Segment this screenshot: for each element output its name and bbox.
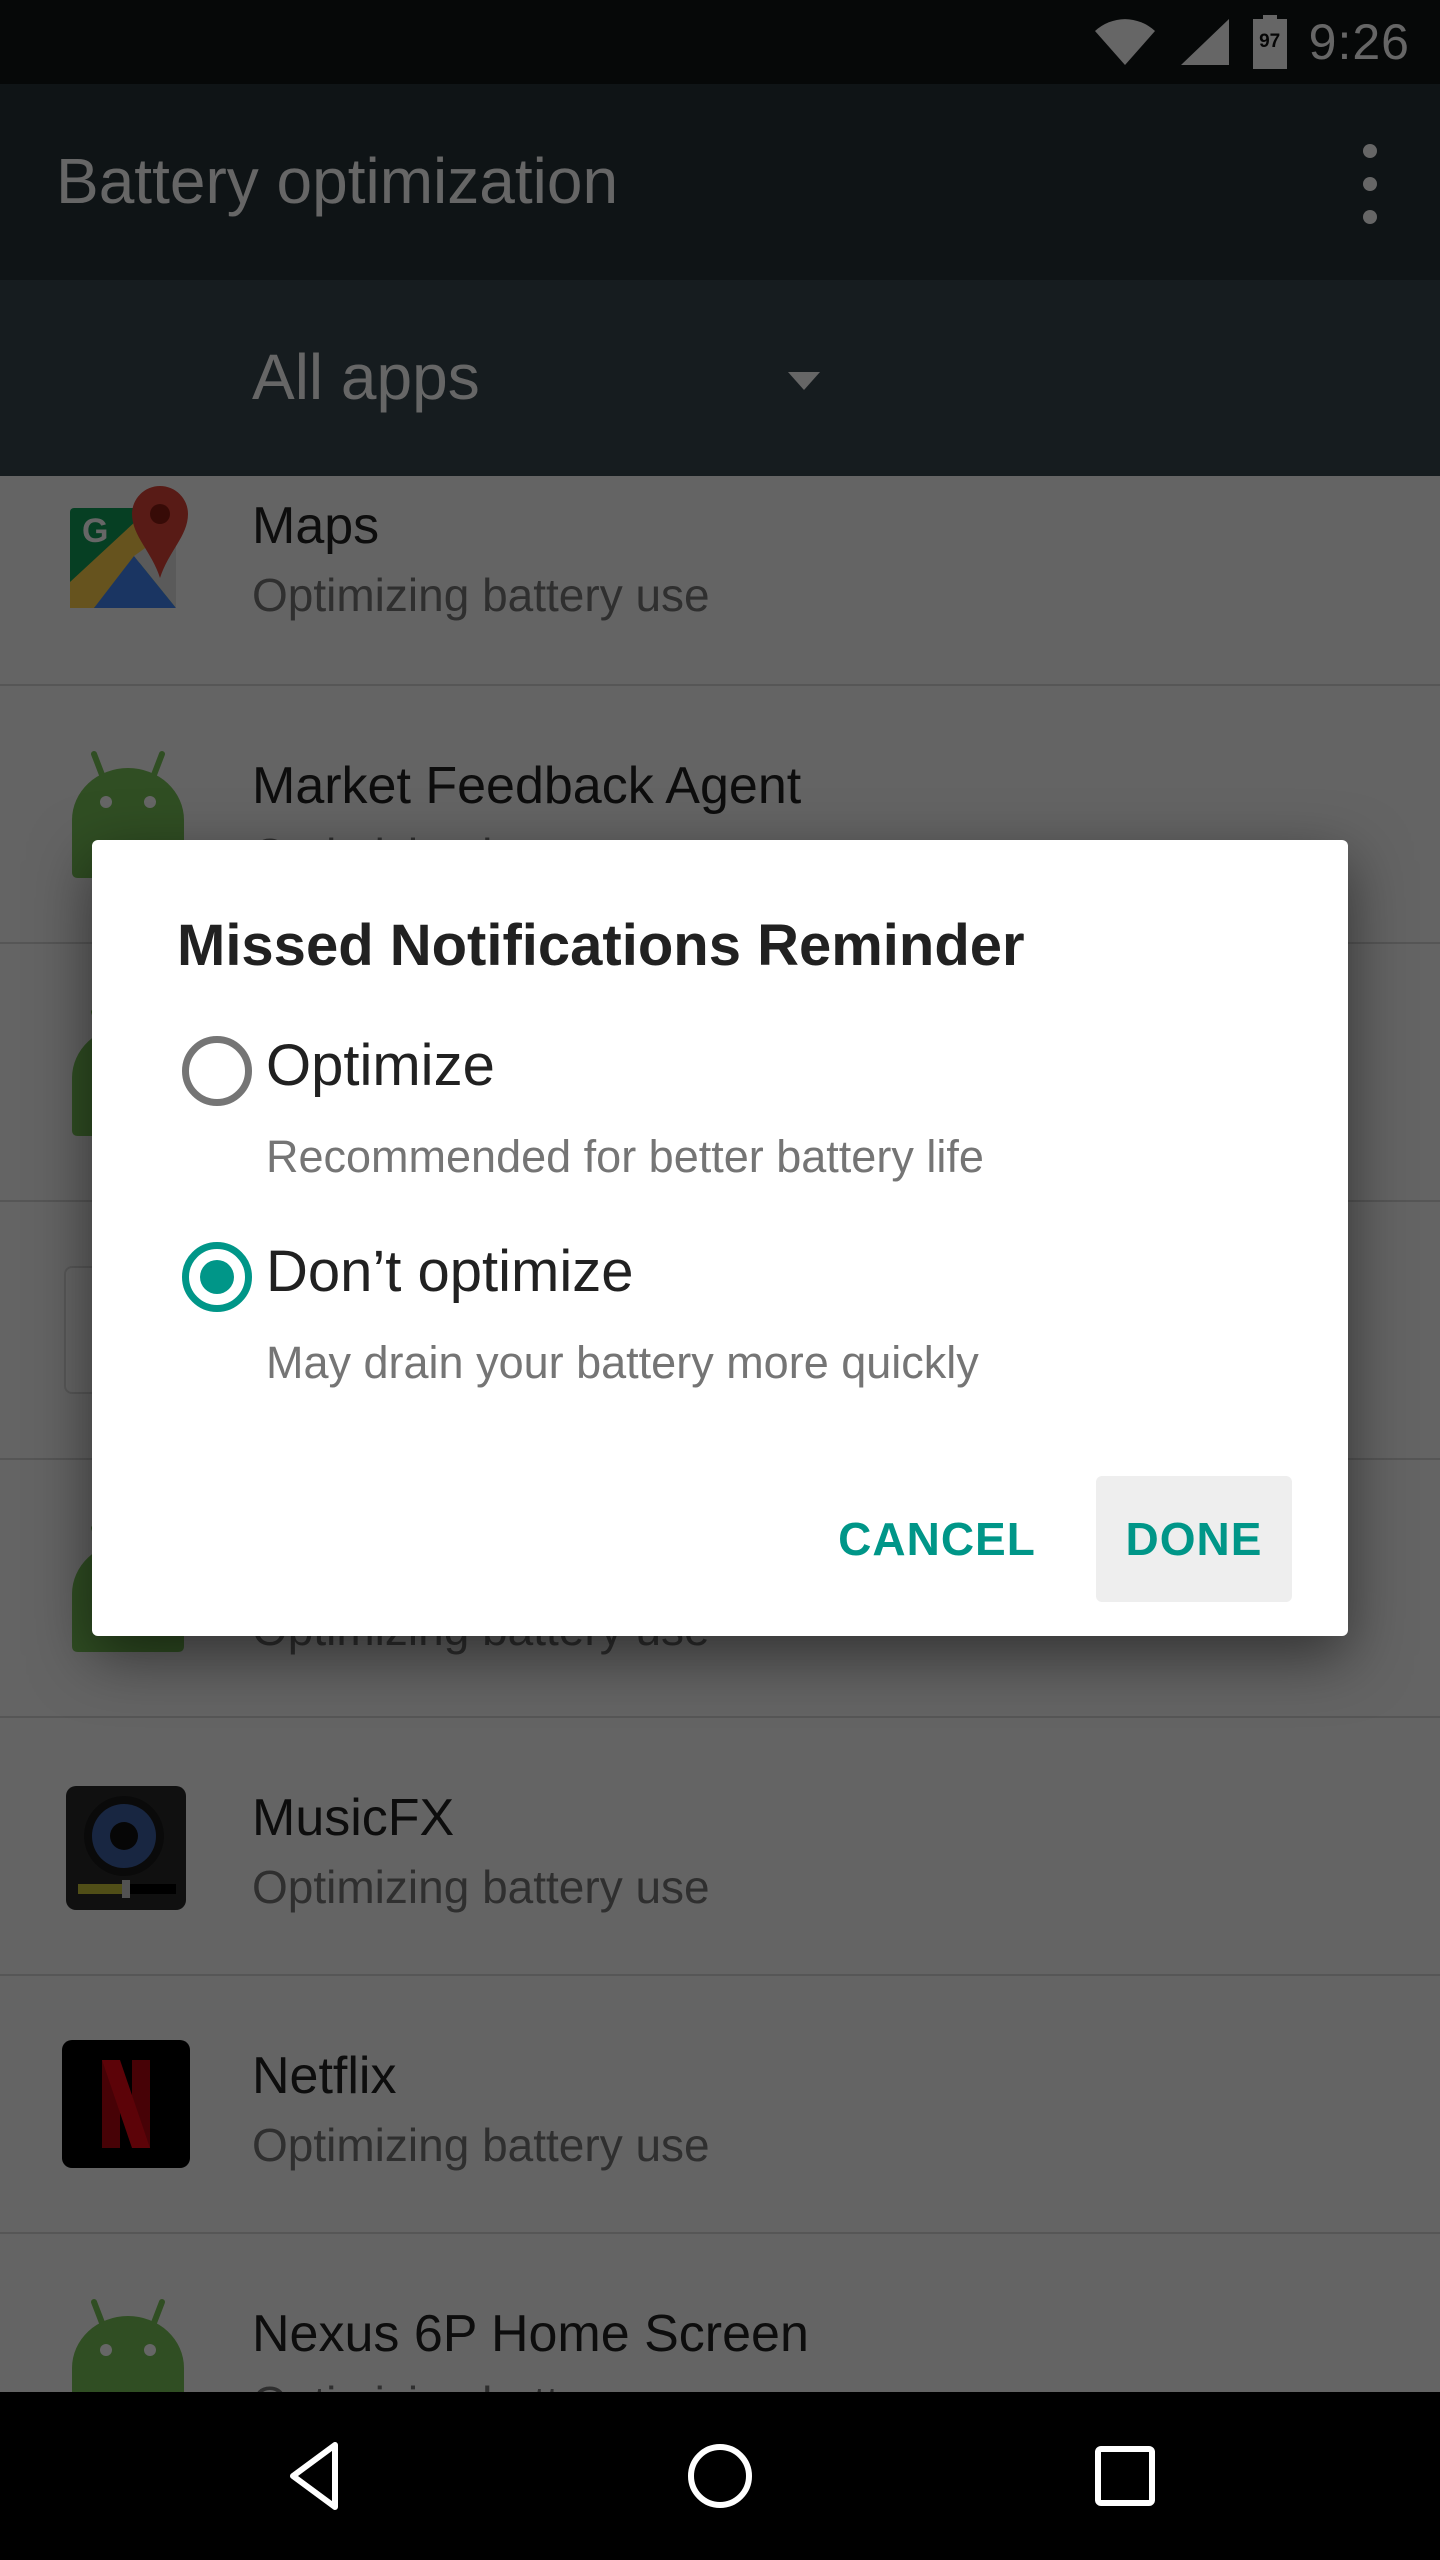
recents-icon <box>1095 2446 1155 2506</box>
option-summary: May drain your battery more quickly <box>266 1337 979 1388</box>
option-label: Optimize <box>266 1033 495 1098</box>
radio-unchecked-icon[interactable] <box>182 1036 252 1106</box>
home-button[interactable] <box>675 2436 765 2516</box>
home-icon <box>688 2444 752 2508</box>
option-summary: Recommended for better battery life <box>266 1131 984 1182</box>
back-button[interactable] <box>270 2436 360 2516</box>
navigation-bar <box>0 2392 1440 2560</box>
done-button[interactable]: DONE <box>1096 1476 1292 1602</box>
battery-optimization-dialog: Missed Notifications Reminder Optimize R… <box>92 840 1348 1636</box>
option-optimize[interactable]: Optimize Recommended for better battery … <box>182 1033 1262 1216</box>
option-label: Don’t optimize <box>266 1239 634 1304</box>
radio-checked-icon[interactable] <box>182 1242 252 1312</box>
option-dont-optimize[interactable]: Don’t optimize May drain your battery mo… <box>182 1239 1262 1422</box>
cancel-button[interactable]: CANCEL <box>812 1476 1062 1602</box>
dialog-title: Missed Notifications Reminder <box>177 913 1025 978</box>
back-icon <box>290 2442 338 2510</box>
recents-button[interactable] <box>1080 2436 1170 2516</box>
